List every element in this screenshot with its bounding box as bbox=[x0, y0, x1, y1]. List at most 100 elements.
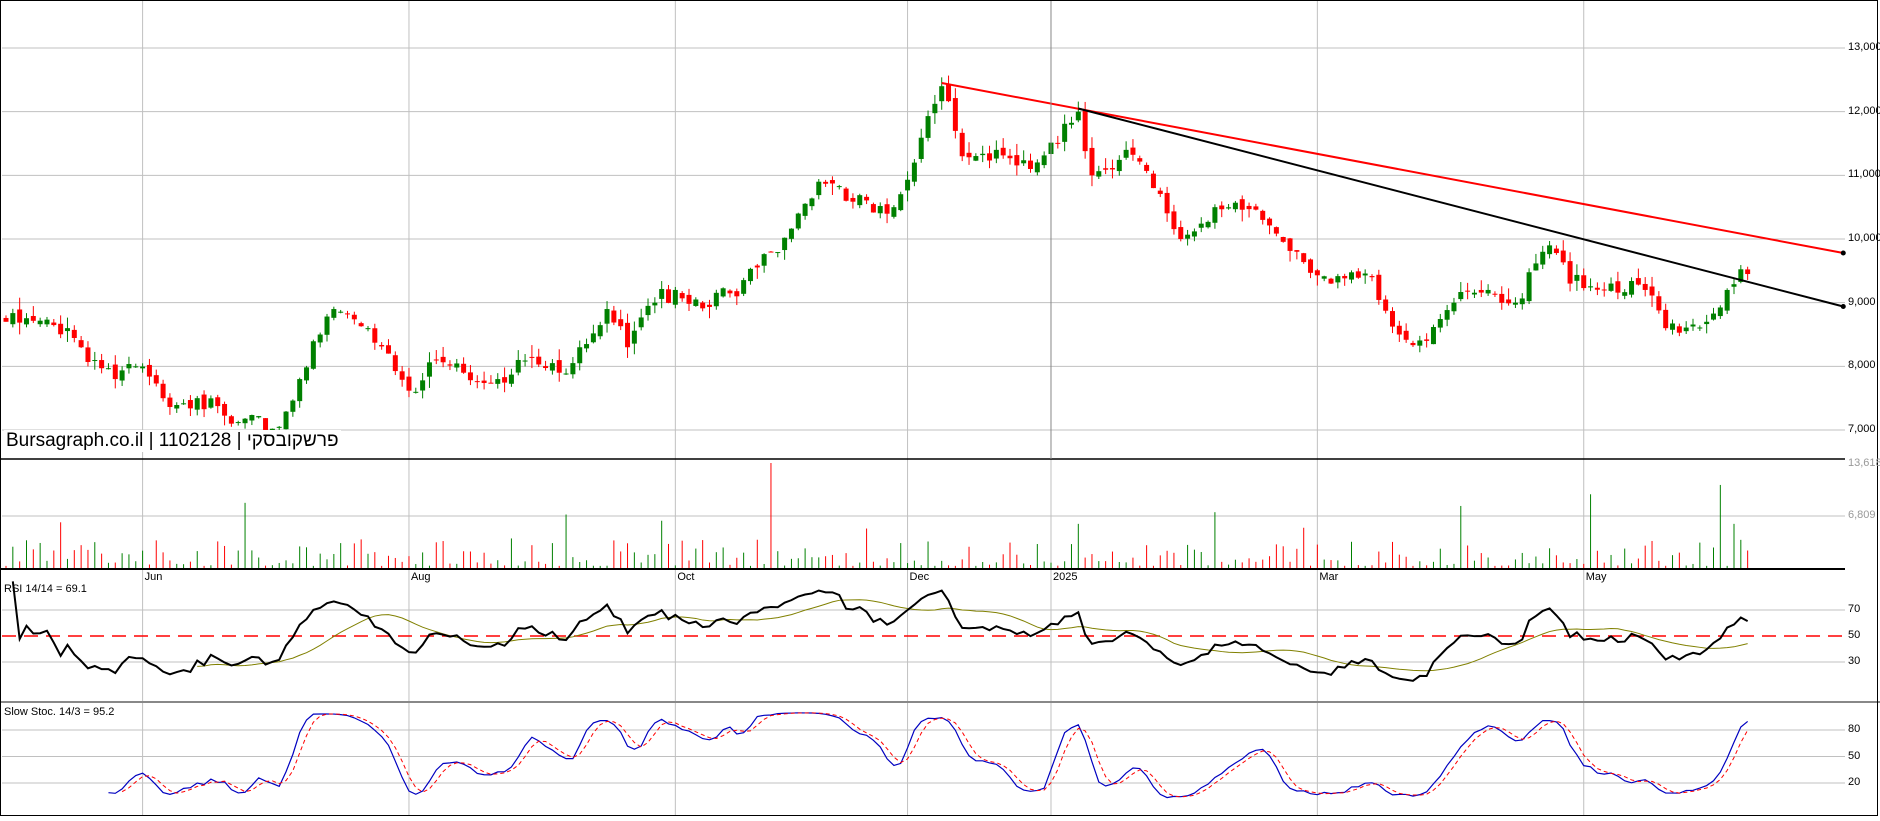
candle-body bbox=[809, 198, 815, 207]
candle-body bbox=[1547, 245, 1553, 255]
trendline-resistance-red bbox=[941, 82, 1844, 255]
candle-body bbox=[597, 325, 603, 337]
candle-body bbox=[1171, 211, 1177, 230]
candle-body bbox=[754, 265, 760, 268]
candle-body bbox=[181, 403, 187, 405]
candle-body bbox=[1574, 274, 1580, 281]
candle-body bbox=[577, 347, 583, 364]
candle-body bbox=[1280, 236, 1286, 242]
candle-body bbox=[112, 364, 118, 380]
candle-body bbox=[413, 391, 419, 393]
candle-body bbox=[795, 213, 801, 229]
separator: | bbox=[148, 430, 154, 451]
candle-body bbox=[1185, 234, 1191, 239]
candle-body bbox=[1581, 275, 1587, 289]
candle-body bbox=[1007, 155, 1013, 159]
candle-body bbox=[1103, 168, 1109, 170]
candle-body bbox=[1109, 168, 1115, 170]
candle-body bbox=[980, 153, 986, 156]
candle-body bbox=[1096, 171, 1102, 177]
candle-body bbox=[1137, 158, 1143, 162]
candle-body bbox=[857, 195, 863, 206]
candle-body bbox=[666, 289, 672, 303]
candle-body bbox=[1267, 218, 1273, 226]
candle-body bbox=[304, 367, 310, 381]
candle-body bbox=[1410, 342, 1416, 346]
stoch-tick-label: 80 bbox=[1848, 723, 1861, 736]
candle-body bbox=[1560, 250, 1566, 263]
stock-chart: Bursagraph.co.il | 1102128 | פרשקובסקי R… bbox=[0, 0, 1880, 821]
candle-body bbox=[1567, 261, 1573, 284]
candle-body bbox=[30, 316, 36, 321]
rsi-label: RSI 14/14 = 69.1 bbox=[4, 583, 87, 595]
candle-body bbox=[64, 328, 70, 332]
candle-body bbox=[700, 302, 706, 309]
candle-body bbox=[1075, 111, 1081, 121]
candle-body bbox=[1021, 160, 1027, 164]
candle-body bbox=[1499, 293, 1505, 303]
candle-body bbox=[1540, 251, 1546, 265]
candle-body bbox=[1670, 323, 1676, 330]
candle-body bbox=[1533, 263, 1539, 271]
candle-body bbox=[1116, 159, 1122, 172]
candle-body bbox=[645, 305, 651, 316]
candle-body bbox=[222, 403, 228, 416]
candle-body bbox=[782, 237, 788, 251]
candle-body bbox=[1219, 205, 1225, 210]
candle-body bbox=[1663, 309, 1669, 329]
candle-body bbox=[1629, 281, 1635, 295]
candle-body bbox=[461, 363, 467, 373]
candle-body bbox=[1745, 269, 1751, 275]
candle-body bbox=[1349, 272, 1355, 280]
candle-body bbox=[1649, 286, 1655, 296]
candle-body bbox=[891, 207, 897, 217]
candle-body bbox=[543, 366, 549, 369]
candle-body bbox=[693, 299, 699, 306]
candle-body bbox=[174, 405, 180, 409]
candle-body bbox=[1034, 162, 1040, 173]
candle-body bbox=[1068, 122, 1074, 125]
candle-body bbox=[1178, 227, 1184, 240]
candle-body bbox=[570, 363, 576, 375]
stoch-tick-label: 20 bbox=[1848, 776, 1861, 788]
candle-body bbox=[187, 400, 193, 409]
candle-body bbox=[1437, 319, 1443, 328]
price-tick-label: 11,000 bbox=[1848, 168, 1880, 181]
candle-body bbox=[1342, 275, 1348, 279]
candle-body bbox=[515, 359, 521, 373]
candle-body bbox=[1676, 326, 1682, 333]
candle-body bbox=[1724, 289, 1730, 311]
rsi-tick-label: 50 bbox=[1848, 629, 1861, 641]
candle-body bbox=[1164, 192, 1170, 214]
candle-body bbox=[659, 288, 665, 299]
candle-body bbox=[652, 302, 658, 306]
candle-body bbox=[1130, 147, 1136, 155]
candle-body bbox=[1239, 199, 1245, 210]
candle-body bbox=[1273, 227, 1279, 234]
candle-body bbox=[1711, 313, 1716, 320]
candle-body bbox=[1376, 274, 1382, 300]
candle-body bbox=[905, 179, 911, 191]
candle-body bbox=[345, 313, 350, 315]
candle-body bbox=[775, 252, 781, 254]
candle-body bbox=[973, 156, 979, 161]
candle-body bbox=[433, 359, 439, 361]
candle-body bbox=[1328, 278, 1334, 284]
candle-body bbox=[823, 181, 829, 184]
candle-body bbox=[638, 317, 644, 328]
candle-body bbox=[208, 398, 214, 408]
stoch-tick-label: 50 bbox=[1848, 749, 1861, 762]
candle-body bbox=[215, 397, 221, 407]
candle-body bbox=[1588, 286, 1594, 288]
candle-body bbox=[1512, 302, 1518, 305]
candle-body bbox=[1594, 287, 1600, 290]
candle-body bbox=[508, 374, 514, 384]
candle-body bbox=[959, 132, 965, 157]
candle-body bbox=[1028, 160, 1033, 169]
candle-body bbox=[1465, 290, 1471, 292]
chart-title: Bursagraph.co.il | 1102128 | פרשקובסקי bbox=[4, 430, 341, 452]
candle-body bbox=[1355, 271, 1361, 278]
candle-body bbox=[549, 363, 555, 371]
candle-body bbox=[1150, 173, 1156, 189]
candle-body bbox=[556, 360, 562, 373]
